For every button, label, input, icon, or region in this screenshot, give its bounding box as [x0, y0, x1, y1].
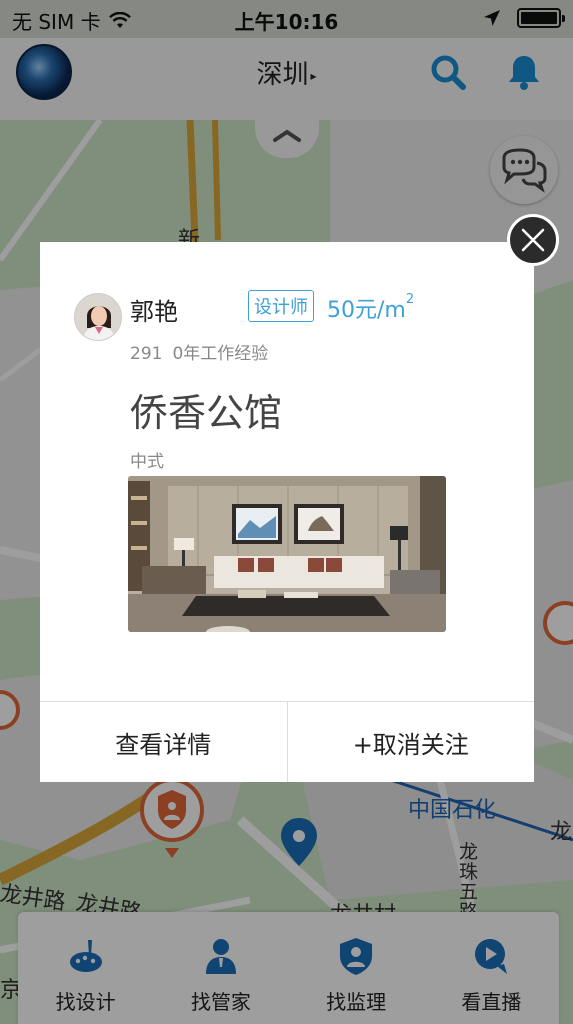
card-actions: 查看详情 +取消关注	[40, 701, 534, 782]
living-room-photo	[128, 476, 446, 632]
view-details-button[interactable]: 查看详情	[40, 702, 287, 782]
designer-stats: 291 0年工作经验	[130, 339, 268, 364]
project-title[interactable]: 侨香公馆	[130, 382, 282, 437]
designer-card: 郭艳 设计师 50元/m2 291 0年工作经验 侨香公馆 中式 查看详情 +取…	[40, 242, 534, 782]
avatar-photo	[75, 294, 121, 340]
follower-count: 291	[130, 344, 163, 364]
close-card-button[interactable]	[507, 214, 559, 266]
price-value: 50元/m	[327, 298, 406, 323]
close-icon	[521, 228, 545, 252]
designer-name: 郭艳	[130, 298, 178, 326]
project-image[interactable]	[128, 476, 446, 632]
price-label: 50元/m2	[327, 292, 414, 324]
role-badge: 设计师	[248, 290, 314, 322]
designer-avatar[interactable]	[74, 293, 122, 341]
experience-label: 0年工作经验	[172, 344, 269, 364]
style-tag: 中式	[130, 452, 164, 472]
unfollow-button[interactable]: +取消关注	[286, 702, 535, 782]
price-unit-exponent: 2	[405, 292, 415, 307]
